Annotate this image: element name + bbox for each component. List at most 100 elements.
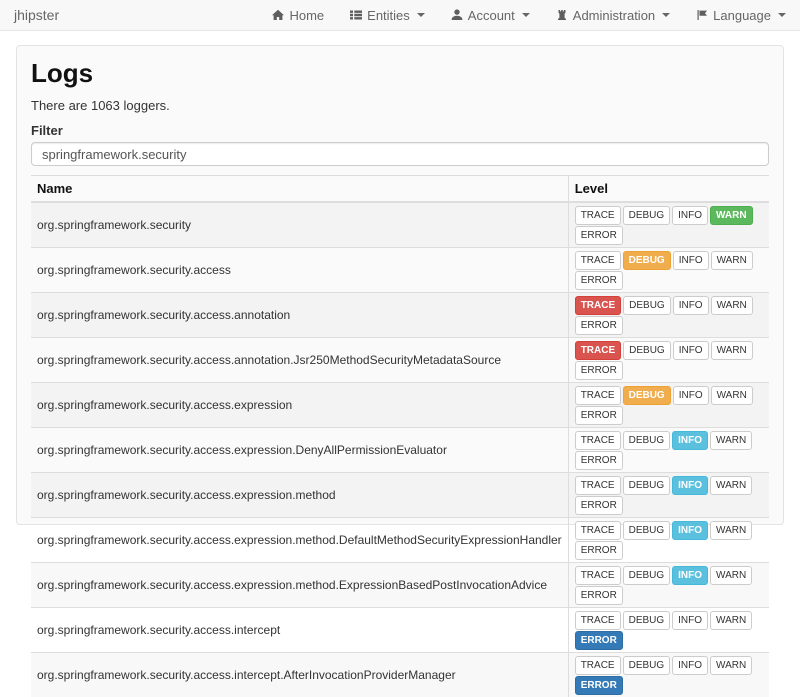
caret-down-icon xyxy=(522,13,530,17)
level-buttons: TRACEDEBUGINFOWARN ERROR xyxy=(568,338,769,383)
home-icon xyxy=(272,9,284,21)
tower-icon xyxy=(556,9,568,21)
table-row: org.springframework.security.access.expr… xyxy=(31,473,769,518)
level-button-warn[interactable]: WARN xyxy=(710,656,752,675)
level-buttons: TRACEDEBUGINFOWARN ERROR xyxy=(568,248,769,293)
logger-name: org.springframework.security.access.expr… xyxy=(31,473,568,518)
brand-logo[interactable]: jhipster xyxy=(14,7,59,23)
table-row: org.springframework.security.access.expr… xyxy=(31,563,769,608)
level-button-trace[interactable]: TRACE xyxy=(575,521,621,540)
level-button-trace[interactable]: TRACE xyxy=(575,386,621,405)
level-button-trace[interactable]: TRACE xyxy=(575,656,621,675)
level-buttons: TRACEDEBUGINFOWARN ERROR xyxy=(568,202,769,248)
nav-item-label: Account xyxy=(468,8,515,23)
level-button-info[interactable]: INFO xyxy=(672,476,708,495)
level-button-warn[interactable]: WARN xyxy=(711,251,753,270)
table-row: org.springframework.security.access.anno… xyxy=(31,338,769,383)
nav-item-account[interactable]: Account xyxy=(451,8,530,23)
level-button-info[interactable]: INFO xyxy=(673,251,709,270)
logs-panel: Logs There are 1063 loggers. Filter Name… xyxy=(16,45,784,525)
level-button-trace[interactable]: TRACE xyxy=(575,476,621,495)
nav-item-administration[interactable]: Administration xyxy=(556,8,670,23)
nav-item-label: Language xyxy=(713,8,771,23)
table-row: org.springframework.security.access.inte… xyxy=(31,653,769,697)
level-button-debug[interactable]: DEBUG xyxy=(623,386,671,405)
level-button-info[interactable]: INFO xyxy=(672,431,708,450)
table-row: org.springframework.security.access.anno… xyxy=(31,293,769,338)
nav-item-language[interactable]: Language xyxy=(696,8,786,23)
logger-name: org.springframework.security.access.expr… xyxy=(31,428,568,473)
filter-label: Filter xyxy=(31,123,769,138)
level-button-error[interactable]: ERROR xyxy=(575,226,623,245)
logger-name: org.springframework.security xyxy=(31,202,568,248)
nav-item-label: Administration xyxy=(573,8,655,23)
level-button-debug[interactable]: DEBUG xyxy=(623,341,671,360)
level-button-debug[interactable]: DEBUG xyxy=(623,656,671,675)
table-row: org.springframework.security.access.inte… xyxy=(31,608,769,653)
level-button-info[interactable]: INFO xyxy=(672,611,708,630)
level-button-error[interactable]: ERROR xyxy=(575,361,623,380)
level-button-trace[interactable]: TRACE xyxy=(575,341,621,360)
filter-input[interactable] xyxy=(31,142,769,166)
level-button-warn[interactable]: WARN xyxy=(711,386,753,405)
level-button-debug[interactable]: DEBUG xyxy=(623,611,671,630)
level-button-error[interactable]: ERROR xyxy=(575,541,623,560)
nav-item-entities[interactable]: Entities xyxy=(350,8,425,23)
level-button-warn[interactable]: WARN xyxy=(710,431,752,450)
level-button-debug[interactable]: DEBUG xyxy=(623,566,671,585)
level-button-debug[interactable]: DEBUG xyxy=(623,296,671,315)
level-button-trace[interactable]: TRACE xyxy=(575,431,621,450)
nav-item-home[interactable]: Home xyxy=(272,8,324,23)
level-button-info[interactable]: INFO xyxy=(672,206,708,225)
level-button-info[interactable]: INFO xyxy=(673,386,709,405)
level-button-warn[interactable]: WARN xyxy=(710,476,752,495)
logger-name: org.springframework.security.access.expr… xyxy=(31,383,568,428)
level-button-info[interactable]: INFO xyxy=(672,656,708,675)
level-buttons: TRACEDEBUGINFOWARN ERROR xyxy=(568,563,769,608)
level-button-error[interactable]: ERROR xyxy=(575,271,623,290)
level-button-debug[interactable]: DEBUG xyxy=(623,521,671,540)
level-button-error[interactable]: ERROR xyxy=(575,316,623,335)
level-button-warn[interactable]: WARN xyxy=(711,341,753,360)
level-button-error[interactable]: ERROR xyxy=(575,451,623,470)
level-button-trace[interactable]: TRACE xyxy=(575,251,621,270)
level-button-warn[interactable]: WARN xyxy=(710,611,752,630)
user-icon xyxy=(451,9,463,21)
level-button-trace[interactable]: TRACE xyxy=(575,206,621,225)
nav-item-label: Home xyxy=(289,8,324,23)
level-button-warn[interactable]: WARN xyxy=(711,296,753,315)
table-row: org.springframework.security.access.expr… xyxy=(31,518,769,563)
level-button-info[interactable]: INFO xyxy=(673,296,709,315)
flag-icon xyxy=(696,9,708,21)
column-header-name: Name xyxy=(31,176,568,203)
level-buttons: TRACEDEBUGINFOWARN ERROR xyxy=(568,293,769,338)
level-button-trace[interactable]: TRACE xyxy=(575,611,621,630)
level-button-trace[interactable]: TRACE xyxy=(575,566,621,585)
level-button-info[interactable]: INFO xyxy=(672,521,708,540)
caret-down-icon xyxy=(662,13,670,17)
level-button-debug[interactable]: DEBUG xyxy=(623,431,671,450)
nav-item-label: Entities xyxy=(367,8,410,23)
level-button-error[interactable]: ERROR xyxy=(575,631,623,650)
level-button-error[interactable]: ERROR xyxy=(575,586,623,605)
loggers-table: Name Level org.springframework.securityT… xyxy=(31,175,769,697)
level-button-info[interactable]: INFO xyxy=(673,341,709,360)
table-row: org.springframework.securityTRACEDEBUGIN… xyxy=(31,202,769,248)
logger-name: org.springframework.security.access.inte… xyxy=(31,608,568,653)
logger-name: org.springframework.security.access xyxy=(31,248,568,293)
level-button-warn[interactable]: WARN xyxy=(710,521,752,540)
level-button-error[interactable]: ERROR xyxy=(575,496,623,515)
logger-name: org.springframework.security.access.anno… xyxy=(31,293,568,338)
level-button-debug[interactable]: DEBUG xyxy=(623,251,671,270)
level-button-debug[interactable]: DEBUG xyxy=(623,206,671,225)
level-button-warn[interactable]: WARN xyxy=(710,566,752,585)
level-button-warn[interactable]: WARN xyxy=(710,206,753,225)
table-row: org.springframework.security.access.expr… xyxy=(31,383,769,428)
level-buttons: TRACEDEBUGINFOWARNERROR xyxy=(568,383,769,428)
level-button-debug[interactable]: DEBUG xyxy=(623,476,671,495)
level-buttons: TRACEDEBUGINFOWARN ERROR xyxy=(568,473,769,518)
navbar: jhipster Home Entities Account Administrati… xyxy=(0,0,800,31)
level-button-trace[interactable]: TRACE xyxy=(575,296,621,315)
level-button-info[interactable]: INFO xyxy=(672,566,708,585)
level-button-error[interactable]: ERROR xyxy=(575,676,623,695)
